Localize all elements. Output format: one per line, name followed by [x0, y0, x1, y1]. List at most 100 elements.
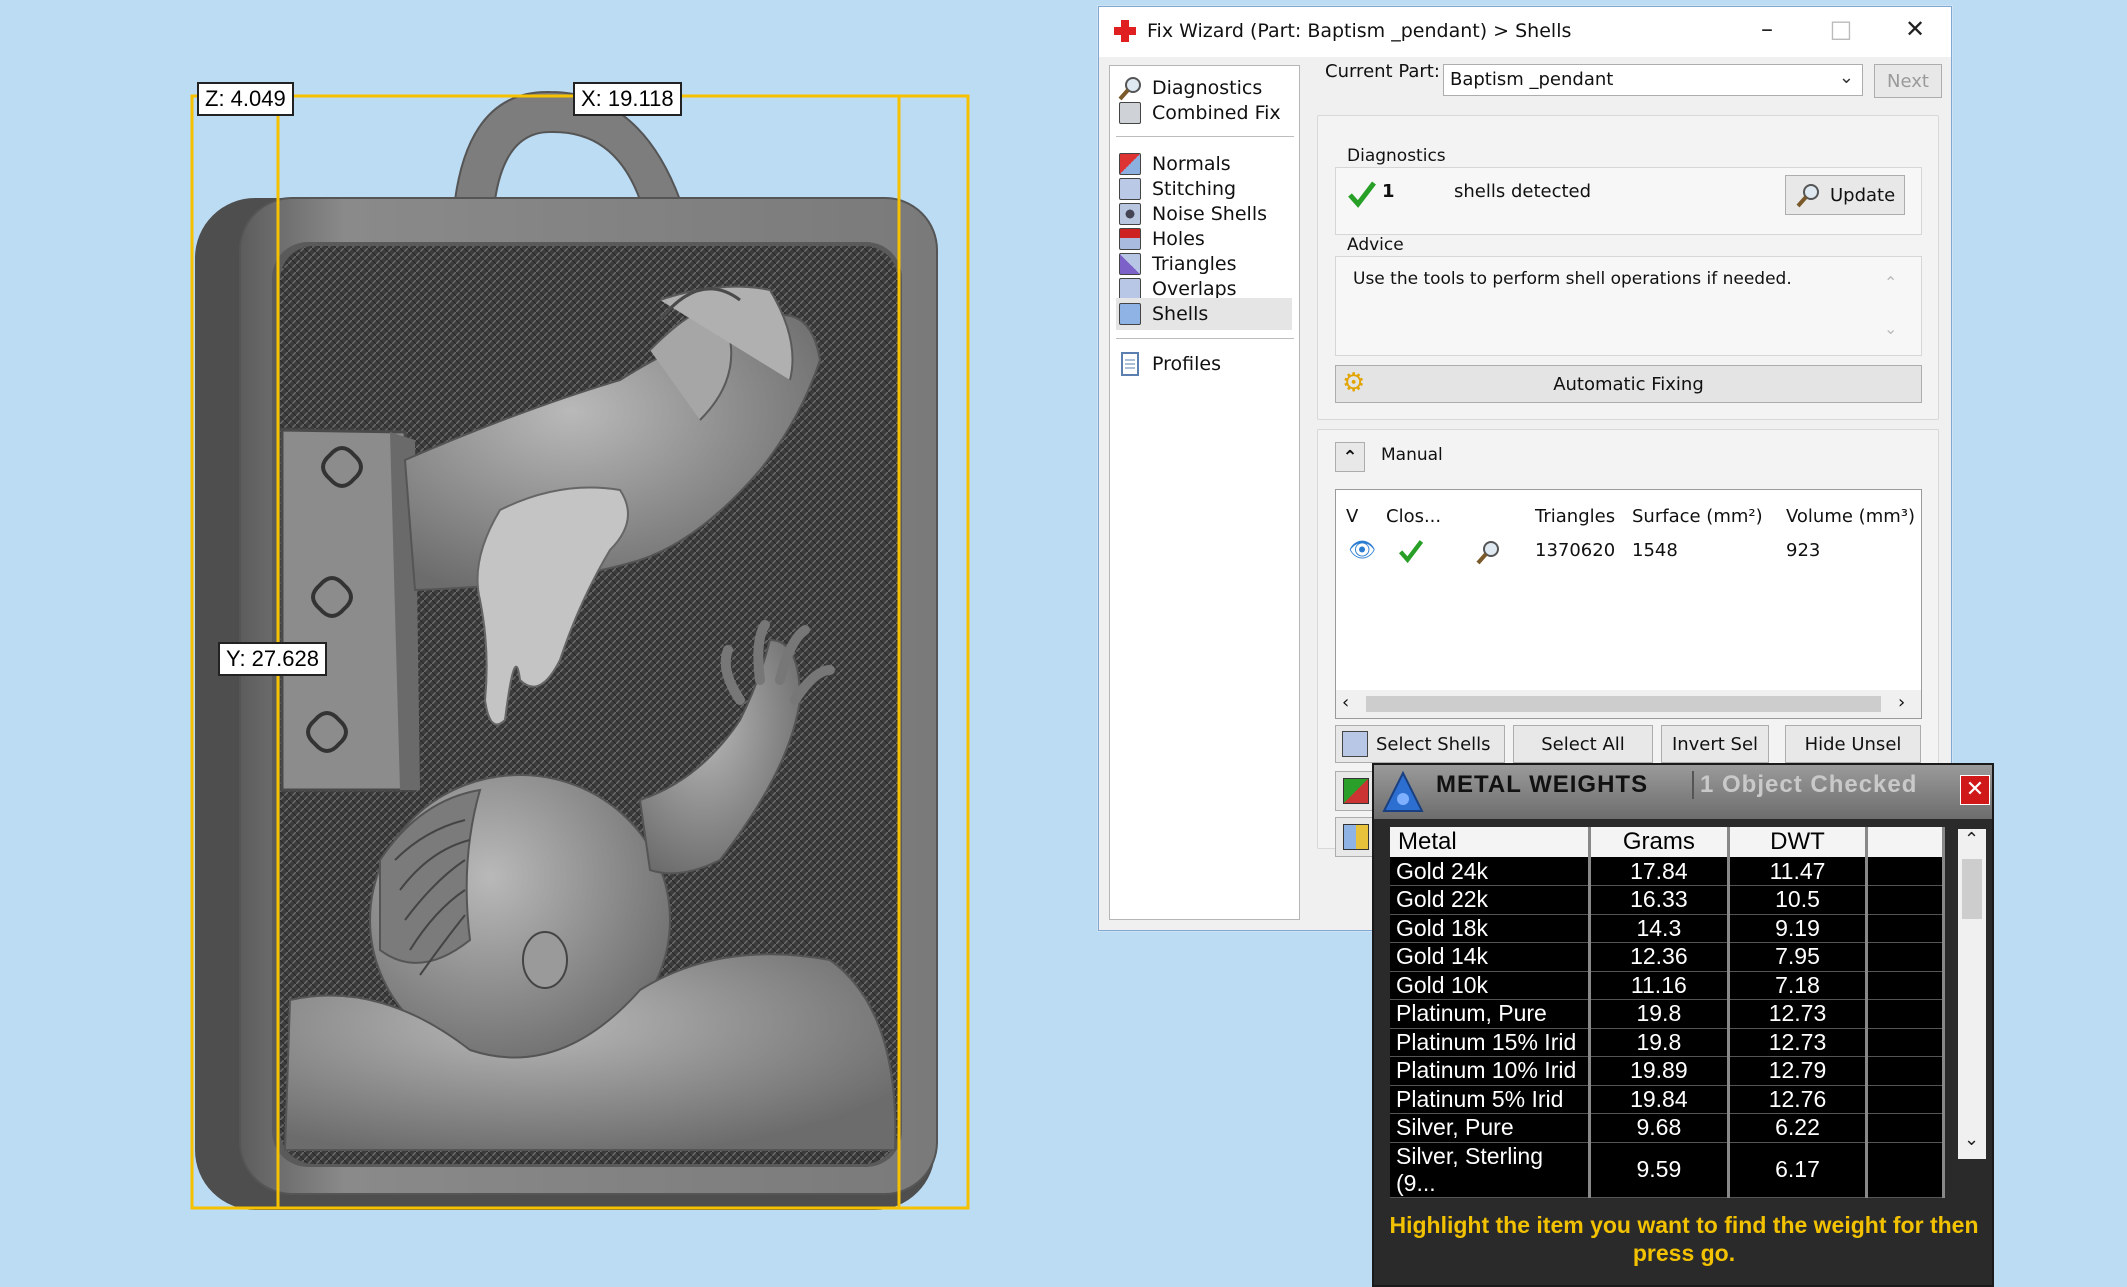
3d-viewport[interactable]: Z: 4.049 X: 19.118 Y: 27.628	[0, 0, 1098, 1287]
metal-name: Gold 10k	[1390, 971, 1592, 1000]
metal-row[interactable]: Silver, Sterling (9... 9.59 6.17	[1390, 1142, 1945, 1198]
manual-label: Manual	[1381, 445, 1443, 465]
scroll-thumb[interactable]	[1366, 696, 1881, 712]
nav-combined-fix-label: Combined Fix	[1152, 102, 1281, 124]
metal-row[interactable]: Platinum 10% Irid 19.89 12.79	[1390, 1056, 1945, 1086]
col-volume-header[interactable]: Volume (mm³)	[1786, 506, 1915, 527]
metal-dwt: 12.73	[1728, 999, 1869, 1029]
metal-row[interactable]: Gold 10k 11.16 7.18	[1390, 971, 1945, 1000]
minimize-button[interactable]: –	[1747, 15, 1787, 43]
fix-category-list: Diagnostics Combined Fix Normals Stitchi…	[1109, 65, 1300, 920]
metal-vertical-scrollbar[interactable]: ⌃ ⌄	[1958, 829, 1986, 1159]
update-button[interactable]: Update	[1785, 175, 1905, 215]
magnifier-icon[interactable]	[1474, 538, 1502, 566]
metal-extra-cell	[1866, 971, 1945, 1000]
title-bar[interactable]: Fix Wizard (Part: Baptism _pendant) > Sh…	[1099, 7, 1951, 57]
select-all-button[interactable]: Select All	[1513, 725, 1653, 763]
nav-shells[interactable]: Shells	[1116, 298, 1292, 330]
metal-dwt: 12.73	[1728, 1028, 1869, 1057]
metal-row[interactable]: Platinum, Pure 19.8 12.73	[1390, 999, 1945, 1029]
nav-overlaps-label: Overlaps	[1152, 278, 1237, 300]
document-icon	[1116, 350, 1144, 378]
metal-name: Silver, Sterling (9...	[1390, 1142, 1592, 1198]
nav-stitching-label: Stitching	[1152, 178, 1237, 200]
shells-table: V Clos... Triangles Surface (mm²) Volume…	[1335, 489, 1922, 719]
nav-profiles[interactable]: Profiles	[1116, 348, 1292, 380]
scroll-up-icon[interactable]: ⌃	[1964, 829, 1979, 850]
chevron-down-icon: ⌄	[1838, 67, 1854, 88]
nav-noise-shells-label: Noise Shells	[1152, 203, 1267, 225]
scroll-thumb[interactable]	[1962, 859, 1982, 919]
metal-column-header[interactable]: Metal	[1390, 827, 1592, 857]
col-visible-header[interactable]: V	[1346, 506, 1358, 527]
metal-dwt: 9.19	[1728, 914, 1869, 943]
metal-grams: 14.3	[1589, 914, 1730, 943]
metal-grams: 17.84	[1589, 857, 1730, 886]
advice-text: Use the tools to perform shell operation…	[1353, 269, 1792, 289]
scroll-left-icon[interactable]: ‹	[1342, 692, 1349, 713]
automatic-fixing-button[interactable]: ⚙ Automatic Fixing	[1335, 365, 1922, 403]
close-button[interactable]: ✕	[1895, 15, 1935, 43]
maximize-button[interactable]: □	[1821, 15, 1861, 43]
scroll-right-icon[interactable]: ›	[1898, 692, 1905, 713]
metal-row[interactable]: Platinum 15% Irid 19.8 12.73	[1390, 1028, 1945, 1057]
nav-divider	[1116, 338, 1294, 339]
red-cross-icon	[1114, 20, 1136, 42]
metal-grams: 12.36	[1589, 942, 1730, 972]
advice-scroll-down-icon[interactable]: ⌄	[1884, 319, 1897, 338]
tool-button-2[interactable]	[1335, 817, 1377, 857]
metal-row[interactable]: Gold 22k 16.33 10.5	[1390, 885, 1945, 915]
metal-footer-text: Highlight the item you want to find the …	[1389, 1212, 1979, 1266]
advice-scroll-up-icon[interactable]: ⌃	[1884, 273, 1897, 292]
metal-weights-header: METAL WEIGHTS 1 Object Checked ✕	[1374, 765, 1992, 819]
metal-extra-cell	[1866, 1142, 1945, 1198]
col-closed-header[interactable]: Clos...	[1386, 506, 1441, 527]
scroll-down-icon[interactable]: ⌄	[1964, 1129, 1979, 1150]
green-cube-icon	[1343, 778, 1369, 804]
metal-row[interactable]: Platinum 5% Irid 19.84 12.76	[1390, 1085, 1945, 1114]
horizontal-scrollbar[interactable]: ‹ ›	[1336, 690, 1921, 718]
pendant-model[interactable]	[0, 0, 1098, 1287]
metal-row[interactable]: Silver, Pure 9.68 6.22	[1390, 1113, 1945, 1143]
metal-extra-cell	[1866, 1113, 1945, 1143]
hide-unsel-button[interactable]: Hide Unsel	[1785, 725, 1921, 763]
metal-grams: 19.8	[1589, 1028, 1730, 1057]
next-button[interactable]: Next	[1874, 64, 1942, 98]
metal-close-button[interactable]: ✕	[1960, 775, 1990, 805]
metal-dwt: 11.47	[1728, 857, 1869, 886]
nav-combined-fix[interactable]: Combined Fix	[1116, 97, 1292, 129]
dwt-column-header[interactable]: DWT	[1728, 827, 1869, 857]
metal-dwt: 12.79	[1728, 1056, 1869, 1086]
grams-column-header[interactable]: Grams	[1589, 827, 1730, 857]
metal-name: Platinum 5% Irid	[1390, 1085, 1592, 1114]
col-surface-header[interactable]: Surface (mm²)	[1632, 506, 1763, 527]
select-shells-button[interactable]: Select Shells	[1335, 725, 1505, 763]
collapse-manual-button[interactable]: ⌃	[1335, 442, 1365, 472]
metal-name: Platinum, Pure	[1390, 999, 1592, 1029]
metal-extra-cell	[1866, 1085, 1945, 1114]
metal-dwt: 12.76	[1728, 1085, 1869, 1114]
tool-button-1[interactable]	[1335, 771, 1377, 811]
metal-extra-cell	[1866, 999, 1945, 1029]
shells-detected-text: shells detected	[1454, 181, 1592, 202]
table-row[interactable]: 👁 1370620 1548 923	[1336, 534, 1921, 570]
diagnostics-group-label: Diagnostics	[1347, 146, 1446, 166]
invert-sel-button[interactable]: Invert Sel	[1661, 725, 1769, 763]
metal-weights-window: METAL WEIGHTS 1 Object Checked ✕ Metal G…	[1372, 763, 1994, 1287]
metal-row[interactable]: Gold 24k 17.84 11.47	[1390, 857, 1945, 886]
nav-shells-label: Shells	[1152, 303, 1209, 325]
metal-dwt: 6.22	[1728, 1113, 1869, 1143]
col-triangles-header[interactable]: Triangles	[1535, 506, 1615, 527]
eye-icon[interactable]: 👁	[1348, 538, 1376, 563]
metal-weights-table: Metal Grams DWT Gold 24k 17.84 11.47 Gold 2…	[1390, 827, 1945, 1198]
metal-name: Silver, Pure	[1390, 1113, 1592, 1143]
magnifier-icon	[1796, 184, 1819, 208]
metal-row[interactable]: Gold 18k 14.3 9.19	[1390, 914, 1945, 943]
metal-row[interactable]: Gold 14k 12.36 7.95	[1390, 942, 1945, 972]
current-part-select[interactable]: Baptism _pendant ⌄	[1443, 64, 1863, 96]
metal-grams: 19.89	[1589, 1056, 1730, 1086]
update-label: Update	[1830, 184, 1896, 206]
nav-profiles-label: Profiles	[1152, 353, 1221, 375]
metal-extra-cell	[1866, 914, 1945, 943]
row-triangles: 1370620	[1535, 540, 1616, 561]
